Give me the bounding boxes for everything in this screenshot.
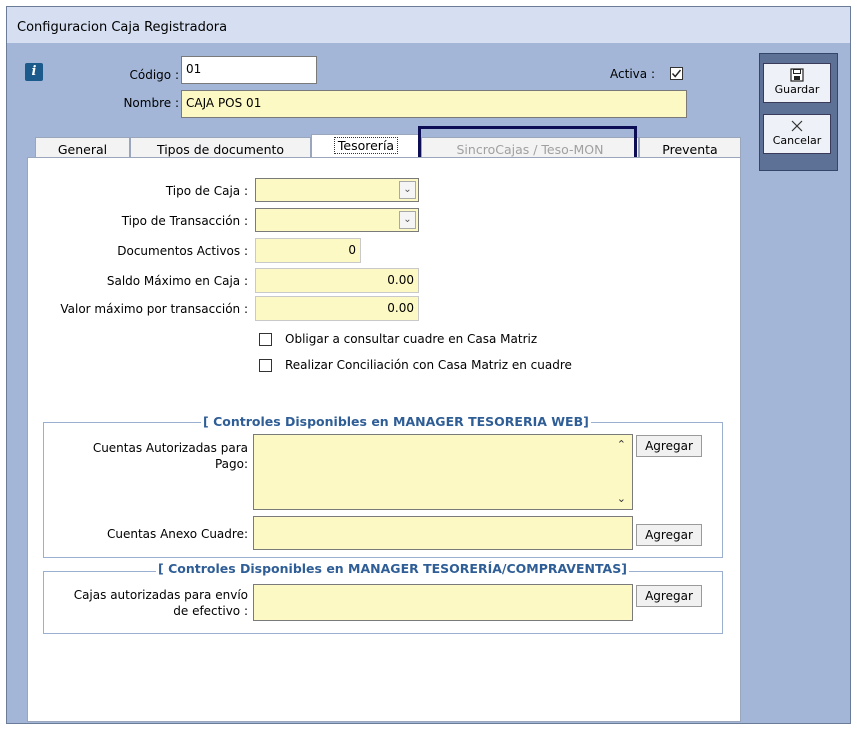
tipo-transaccion-select[interactable]: ⌄ xyxy=(255,208,419,232)
window-title: Configuracion Caja Registradora xyxy=(17,20,228,35)
cajas-autorizadas-label-2: de efectivo : xyxy=(173,604,248,618)
chevron-down-icon[interactable]: ⌄ xyxy=(399,181,416,199)
saldo-maximo-label: Saldo Máximo en Caja : xyxy=(106,274,248,288)
obligar-consultar-checkbox[interactable] xyxy=(259,333,272,346)
group-tesoreria-compraventas-legend: [ Controles Disponibles en MANAGER TESOR… xyxy=(156,561,629,576)
activa-checkbox[interactable] xyxy=(670,67,683,80)
cajas-autorizadas-label-1: Cajas autorizadas para envío xyxy=(73,588,248,602)
codigo-label: Código : xyxy=(129,68,180,82)
nombre-field[interactable]: CAJA POS 01 xyxy=(181,90,687,118)
agregar-cuentas-anexo-button[interactable]: Agregar xyxy=(636,524,702,546)
tipo-transaccion-label: Tipo de Transacción : xyxy=(121,214,248,228)
tab-tesoreria-label: Tesorería xyxy=(333,137,399,154)
tipo-caja-label: Tipo de Caja : xyxy=(165,184,248,198)
nombre-label: Nombre : xyxy=(123,96,179,110)
group-tesoreria-web-legend: [ Controles Disponibles en MANAGER TESOR… xyxy=(201,414,591,429)
documentos-activos-field: 0 xyxy=(255,238,361,263)
realizar-conciliacion-label: Realizar Conciliación con Casa Matriz en… xyxy=(285,358,572,372)
cancel-button[interactable]: Cancelar xyxy=(763,114,831,154)
realizar-conciliacion-checkbox[interactable] xyxy=(259,359,272,372)
documentos-activos-label: Documentos Activos : xyxy=(117,244,248,258)
cajas-autorizadas-field[interactable] xyxy=(253,584,633,621)
tipo-caja-select[interactable]: ⌄ xyxy=(255,178,419,202)
valor-maximo-field[interactable]: 0.00 xyxy=(255,296,419,321)
cuentas-pago-label-1: Cuentas Autorizadas para xyxy=(92,441,248,455)
agregar-cuentas-pago-button[interactable]: Agregar xyxy=(636,435,702,457)
scroll-down-icon[interactable]: ⌄ xyxy=(617,491,626,507)
obligar-consultar-label: Obligar a consultar cuadre en Casa Matri… xyxy=(285,332,538,346)
valor-maximo-label: Valor máximo por transacción : xyxy=(60,302,248,316)
save-button[interactable]: Guardar xyxy=(763,63,831,103)
cuentas-pago-list[interactable]: ⌃ ⌄ xyxy=(253,434,633,510)
cuentas-anexo-field[interactable] xyxy=(253,516,633,550)
chevron-down-icon[interactable]: ⌄ xyxy=(399,211,416,229)
cuentas-anexo-label: Cuentas Anexo Cuadre: xyxy=(106,527,248,541)
floppy-disk-icon xyxy=(790,68,804,82)
codigo-field[interactable]: 01 xyxy=(181,56,317,84)
cancel-button-label: Cancelar xyxy=(772,134,822,147)
check-icon xyxy=(671,69,682,78)
activa-label: Activa : xyxy=(610,67,655,81)
save-button-label: Guardar xyxy=(774,83,820,96)
agregar-cajas-autorizadas-button[interactable]: Agregar xyxy=(636,585,702,607)
info-icon[interactable]: i xyxy=(25,63,43,81)
cancel-x-icon xyxy=(791,120,803,132)
scroll-up-icon[interactable]: ⌃ xyxy=(617,437,626,453)
cuentas-pago-label-2: Pago: xyxy=(214,457,248,471)
saldo-maximo-field[interactable]: 0.00 xyxy=(255,268,419,293)
title-bar: Configuracion Caja Registradora xyxy=(7,7,850,43)
